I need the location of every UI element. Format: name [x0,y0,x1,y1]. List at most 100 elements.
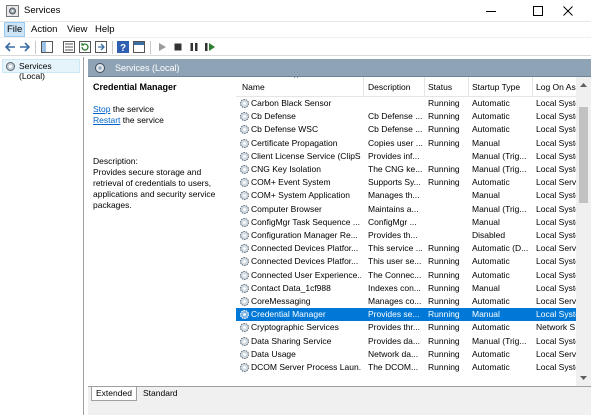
table-row[interactable]: Credential Manager Provides se... Running M… [236,308,576,322]
cell-name: Cb Defense [251,111,296,122]
properties-icon[interactable] [63,41,75,53]
cell-description: Provides th... [368,230,418,240]
cell-startup: Manual (Trig... [472,164,527,174]
stop-service-link[interactable]: Stop [93,104,111,114]
scrollbar-thumb[interactable] [579,106,588,203]
column-divider[interactable] [424,77,425,97]
table-row[interactable]: CNG Key Isolation The CNG ke... Running Man… [236,163,576,176]
service-gear-icon [240,257,249,267]
cell-status: Running [428,362,460,372]
table-row[interactable]: Configuration Manager Re... Provides th..… [236,229,576,242]
table-row[interactable]: COM+ Event System Supports Sy... Running Au… [236,176,576,189]
table-row[interactable]: Contact Data_1cf988 Indexes con... Running… [236,282,576,295]
menu-help[interactable]: Help [95,24,115,35]
table-row[interactable]: Data Sharing Service Provides da... Runnin… [236,335,576,348]
pause-icon[interactable] [188,41,200,53]
pane-header: Services (Local) [88,59,591,77]
description-panel: Credential Manager Stop the service Rest… [88,77,231,386]
table-row[interactable]: DCOM Server Process Laun... The DCOM... Ru… [236,361,576,374]
service-gear-icon [240,270,249,280]
title-bar: Services [0,0,591,22]
export-icon[interactable] [95,41,107,53]
table-row[interactable]: Certificate Propagation Copies user ... Ru… [236,137,576,150]
cell-name: Computer Browser [251,203,322,214]
services-app-icon [6,5,19,17]
service-gear-icon [240,283,249,293]
cell-startup: Disabled [472,230,506,240]
cell-description: Provides se... [368,309,420,320]
cell-startup: Automatic [472,348,510,359]
minimize-button[interactable] [468,0,514,22]
column-description[interactable]: Description [368,82,411,92]
minimize-icon [486,11,496,12]
table-row[interactable]: Computer Browser Maintains a... Manual (Tr… [236,203,576,216]
tab-standard[interactable]: Standard [139,387,182,401]
cell-logon: Local Syste [536,269,576,280]
restart-icon[interactable] [204,41,216,53]
tree-item-label: Services (Local) [19,61,52,81]
table-row[interactable]: Connected User Experience... The Connec..… [236,269,576,282]
close-icon [563,6,573,16]
column-divider[interactable] [363,77,364,97]
table-row[interactable]: Cb Defense Cb Defense ... Running Automatic… [236,110,576,123]
help-icon[interactable]: ? [117,41,129,53]
back-icon[interactable] [4,41,16,53]
table-row[interactable]: COM+ System Application Manages th... Manu… [236,189,576,202]
table-row[interactable]: Data Usage Network da... Running Automatic L… [236,348,576,361]
column-startup-type[interactable]: Startup Type [472,82,520,92]
stop-icon[interactable] [172,41,184,53]
cell-status: Running [428,309,460,320]
close-button[interactable] [545,0,591,22]
sort-ascending-icon: ^ [294,77,299,83]
services-list: ^ Name Description Status Startup Type L… [236,77,591,386]
restart-line-text: the service [120,115,164,125]
table-row[interactable]: Cryptographic Services Provides thr... Run… [236,321,576,334]
cell-status: Running [428,348,460,359]
table-row[interactable]: Carbon Black Sensor Running Automatic Local… [236,97,576,110]
table-row[interactable]: CoreMessaging Manages co... Running Automat… [236,295,576,308]
table-row[interactable]: Cb Defense WSC Cb Defense ... Running Autom… [236,123,576,136]
vertical-scrollbar[interactable] [576,77,591,386]
cell-startup: Automatic [472,322,510,333]
stop-line: Stop the service [93,104,154,114]
refresh-icon[interactable] [79,41,91,53]
cell-startup: Manual (Trig... [472,335,527,346]
cell-logon: Local Servic [536,296,576,306]
service-gear-icon [240,112,249,122]
restart-service-link[interactable]: Restart [93,115,120,125]
column-status[interactable]: Status [428,82,452,92]
cell-status: Running [428,269,460,280]
services-pane: Services (Local) Credential Manager Stop… [88,57,591,415]
column-log-on-as[interactable]: Log On As [536,82,576,92]
menu-action[interactable]: Action [31,24,57,35]
tree-item-services-local[interactable]: Services (Local) [2,59,80,81]
table-row[interactable]: Client License Service (ClipS... Provides… [236,150,576,163]
tab-extended[interactable]: Extended [91,387,137,401]
scroll-down-button[interactable] [576,371,591,386]
start-icon[interactable] [156,41,168,53]
cell-logon: Local Syste [536,335,576,346]
toolbar-separator [150,41,151,54]
column-divider[interactable] [532,77,533,97]
scroll-up-button[interactable] [576,77,591,92]
console-icon[interactable] [133,41,145,53]
svg-text:?: ? [120,43,126,53]
cell-logon: Network S... [536,322,576,333]
cell-startup: Automatic [472,124,510,135]
description-label: Description: [93,156,138,166]
forward-icon[interactable] [19,41,31,53]
menu-file[interactable]: File [3,22,26,37]
cell-status: Running [428,282,460,293]
show-tree-icon[interactable] [41,41,53,53]
menu-view[interactable]: View [67,24,87,35]
table-row[interactable]: ConfigMgr Task Sequence ... ConfigMgr ...… [236,216,576,229]
column-divider[interactable] [468,77,469,97]
service-gear-icon [240,310,249,320]
table-row[interactable]: Connected Devices Platfor... This user se… [236,255,576,268]
cell-name: Carbon Black Sensor [251,98,332,108]
table-row[interactable]: Connected Devices Platfor... This service… [236,242,576,255]
column-name[interactable]: Name [242,82,265,92]
cell-startup: Automatic [472,177,510,188]
cell-logon: Local Syste [536,98,576,108]
column-header: ^ Name Description Status Startup Type L… [236,77,576,97]
